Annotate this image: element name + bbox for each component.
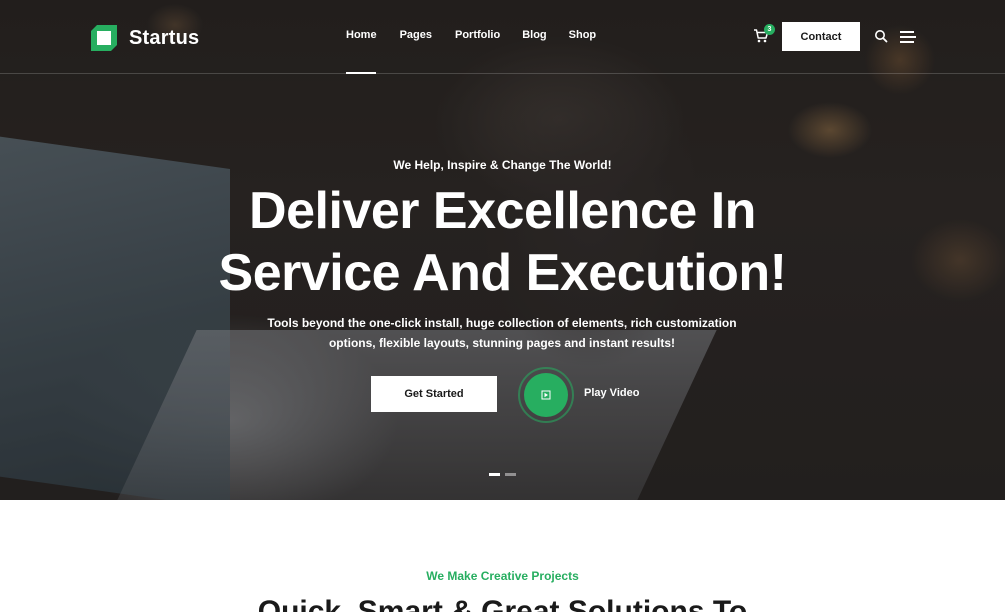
nav-item-shop[interactable]: Shop bbox=[569, 29, 597, 41]
nav-item-portfolio[interactable]: Portfolio bbox=[455, 29, 500, 41]
play-video-button[interactable] bbox=[518, 367, 574, 423]
hero-subtext: Tools beyond the one-click install, huge… bbox=[252, 313, 752, 353]
slider-pagination bbox=[489, 473, 516, 476]
nav-active-indicator bbox=[346, 72, 376, 74]
nav-item-home[interactable]: Home bbox=[346, 29, 377, 41]
logo-text: Startus bbox=[129, 26, 200, 49]
hero-subtext-line-1: Tools beyond the one-click install, huge… bbox=[267, 316, 737, 330]
get-started-button[interactable]: Get Started bbox=[371, 376, 497, 412]
contact-button[interactable]: Contact bbox=[782, 22, 860, 51]
search-icon[interactable] bbox=[874, 29, 888, 43]
header-divider bbox=[0, 73, 1005, 74]
section-kicker: We Make Creative Projects bbox=[426, 569, 579, 583]
logo-icon bbox=[89, 23, 119, 53]
hero-subtext-line-2: options, flexible layouts, stunning page… bbox=[328, 336, 676, 350]
slider-dot-1[interactable] bbox=[489, 473, 500, 476]
nav-item-blog[interactable]: Blog bbox=[522, 29, 546, 41]
cart-count-badge: 3 bbox=[764, 24, 775, 35]
play-video-label[interactable]: Play Video bbox=[584, 387, 639, 399]
hamburger-menu-icon[interactable] bbox=[900, 30, 916, 43]
main-nav: Home Pages Portfolio Blog Shop bbox=[346, 29, 596, 41]
nav-item-pages[interactable]: Pages bbox=[400, 29, 432, 41]
play-icon bbox=[541, 390, 551, 400]
hero-tagline: We Help, Inspire & Change The World! bbox=[393, 158, 612, 172]
site-logo[interactable]: Startus bbox=[89, 23, 199, 53]
play-button-circle[interactable] bbox=[524, 373, 568, 417]
section-title: Quick, Smart & Great Solutions To bbox=[257, 595, 748, 612]
hero-headline: Deliver Excellence In Service And Execut… bbox=[0, 180, 1005, 304]
hero-headline-line-2: Service And Execution! bbox=[218, 244, 787, 302]
slider-dot-2[interactable] bbox=[505, 473, 516, 476]
hero-headline-line-1: Deliver Excellence In bbox=[249, 182, 756, 240]
